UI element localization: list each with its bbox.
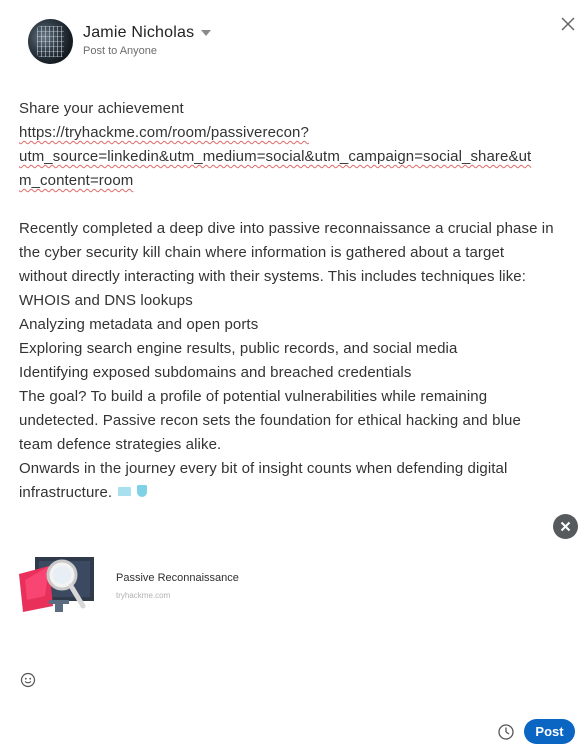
close-button[interactable]	[557, 13, 579, 35]
post-line: the cyber security kill chain where info…	[19, 244, 505, 261]
post-url-line: m_content=room	[19, 172, 134, 189]
link-preview-thumbnail	[19, 556, 96, 615]
remove-preview-icon	[560, 521, 571, 532]
post-button[interactable]: Post	[524, 719, 575, 744]
audience-selector[interactable]: Post to Anyone	[83, 45, 157, 57]
magnifier-thumbnail-image	[19, 557, 94, 612]
post-line: without directly interacting with their …	[19, 268, 527, 285]
post-line: undetected. Passive recon sets the found…	[19, 412, 521, 429]
author-name: Jamie Nicholas	[83, 24, 195, 41]
post-line-text: infrastructure.	[19, 484, 113, 501]
post-line: Analyzing metadata and open ports	[19, 316, 259, 333]
post-line-last: infrastructure.	[19, 481, 579, 505]
emoji-button[interactable]	[20, 672, 36, 688]
post-line: Recently completed a deep dive into pass…	[19, 220, 554, 237]
post-url-line: utm_source=linkedin&utm_medium=social&ut…	[19, 148, 532, 165]
link-preview-domain: tryhackme.com	[116, 591, 171, 600]
post-line: The goal? To build a profile of potentia…	[19, 388, 488, 405]
post-line: Share your achievement	[19, 100, 184, 117]
shield-emoji	[137, 485, 148, 498]
schedule-post-button[interactable]	[497, 723, 515, 741]
post-url-line: https://tryhackme.com/room/passiverecon?	[19, 124, 309, 141]
post-line: Identifying exposed subdomains and breac…	[19, 364, 412, 381]
close-icon	[561, 17, 575, 31]
avatar	[28, 19, 73, 64]
post-line: Onwards in the journey every bit of insi…	[19, 460, 508, 477]
post-line: Exploring search engine results, public …	[19, 340, 458, 357]
post-line: team defence strategies alike.	[19, 436, 222, 453]
emoji-icon	[20, 672, 36, 688]
post-line: WHOIS and DNS lookups	[19, 292, 193, 309]
chevron-down-icon[interactable]	[201, 30, 211, 36]
post-editor[interactable]: Share your achievement https://tryhackme…	[19, 97, 579, 505]
remove-preview-button[interactable]	[553, 514, 578, 539]
folder-emoji	[118, 486, 132, 496]
link-preview-title: Passive Reconnaissance	[116, 572, 239, 584]
clock-icon	[498, 724, 514, 740]
